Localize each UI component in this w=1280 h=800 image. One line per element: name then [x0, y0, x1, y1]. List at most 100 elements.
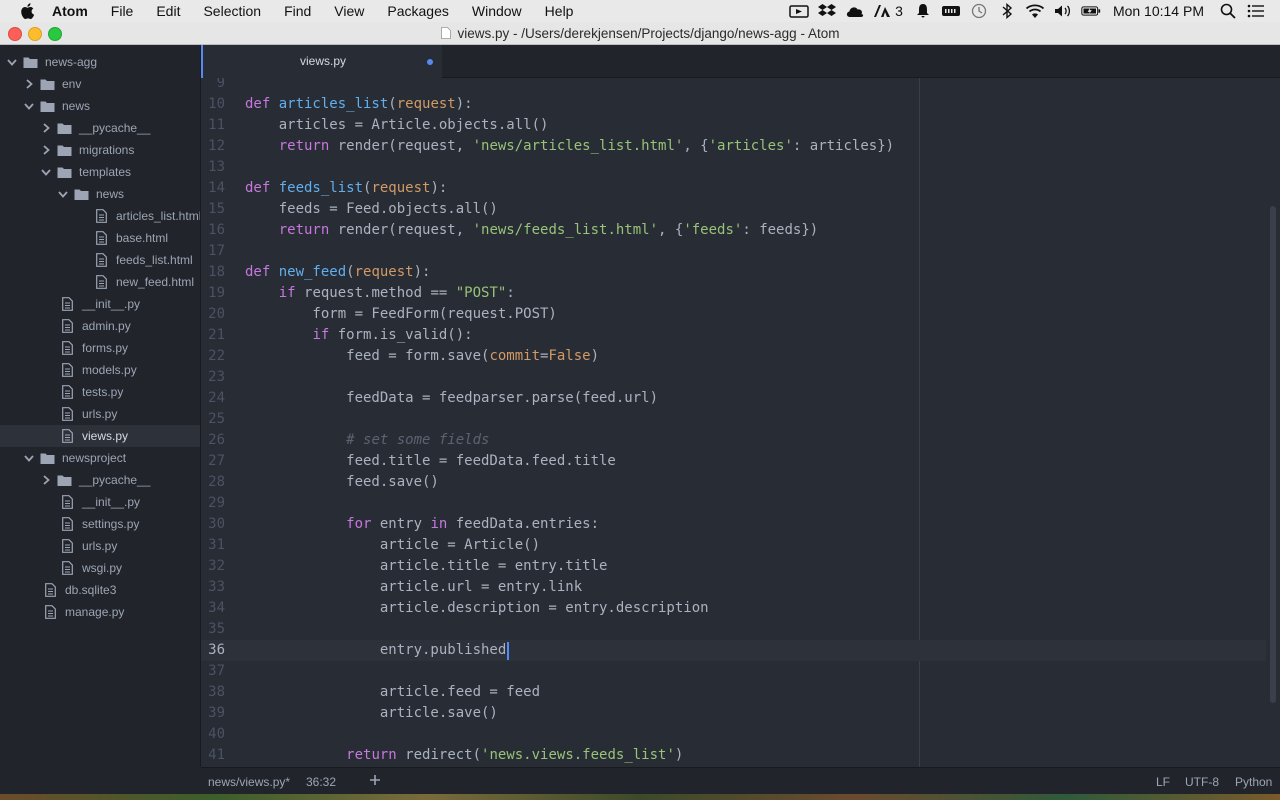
tree-file-item[interactable]: manage.py — [0, 601, 200, 623]
tree-file-item[interactable]: wsgi.py — [0, 557, 200, 579]
status-file-path[interactable]: news/views.py* — [208, 775, 290, 789]
tree-folder-item[interactable]: news — [0, 95, 200, 117]
notification-bell-icon[interactable] — [913, 3, 933, 19]
code-line[interactable]: 33 article.url = entry.link — [201, 577, 1266, 598]
code-editor[interactable]: 9 10 def articles_list(request): 11 article… — [201, 78, 1280, 767]
notification-center-icon[interactable] — [1246, 3, 1266, 19]
tree-folder-item[interactable]: newsproject — [0, 447, 200, 469]
keyboard-icon[interactable] — [941, 3, 961, 19]
tree-folder-item[interactable]: migrations — [0, 139, 200, 161]
menu-find[interactable]: Find — [284, 0, 311, 22]
add-icon[interactable] — [369, 774, 381, 786]
tree-file-item[interactable]: tests.py — [0, 381, 200, 403]
tree-folder-item[interactable]: env — [0, 73, 200, 95]
menu-app-name[interactable]: Atom — [52, 0, 88, 22]
tree-file-item[interactable]: new_feed.html — [0, 271, 200, 293]
code-line[interactable]: 10 def articles_list(request): — [201, 94, 1266, 115]
code-line[interactable]: 15 feeds = Feed.objects.all() — [201, 199, 1266, 220]
menu-packages[interactable]: Packages — [387, 0, 448, 22]
wifi-icon[interactable] — [1025, 3, 1045, 19]
code-line[interactable]: 30 for entry in feedData.entries: — [201, 514, 1266, 535]
document-proxy-icon[interactable] — [440, 27, 451, 39]
apple-icon[interactable] — [20, 3, 34, 19]
code-line[interactable]: 19 if request.method == "POST": — [201, 283, 1266, 304]
menu-window[interactable]: Window — [472, 0, 522, 22]
tree-folder-item[interactable]: news-agg — [0, 51, 200, 73]
battery-icon[interactable] — [1081, 3, 1101, 19]
tree-file-item[interactable]: db.sqlite3 — [0, 579, 200, 601]
code-line[interactable]: 28 feed.save() — [201, 472, 1266, 493]
screen-record-icon[interactable] — [789, 3, 809, 19]
tree-file-item[interactable]: views.py — [0, 425, 200, 447]
code-line[interactable]: 32 article.title = entry.title — [201, 556, 1266, 577]
menubar-clock[interactable]: Mon 10:14 PM — [1113, 3, 1204, 19]
menu-file[interactable]: File — [111, 0, 134, 22]
code-line[interactable]: 11 articles = Article.objects.all() — [201, 115, 1266, 136]
code-line[interactable]: 21 if form.is_valid(): — [201, 325, 1266, 346]
code-line[interactable]: 25 — [201, 409, 1266, 430]
code-line[interactable]: 40 — [201, 724, 1266, 745]
cloud-icon[interactable] — [845, 3, 865, 19]
code-line[interactable]: 31 article = Article() — [201, 535, 1266, 556]
code-line[interactable]: 27 feed.title = feedData.feed.title — [201, 451, 1266, 472]
tree-file-item[interactable]: forms.py — [0, 337, 200, 359]
code-line[interactable]: 35 — [201, 619, 1266, 640]
status-cursor-position[interactable]: 36:32 — [306, 775, 336, 789]
code-line[interactable]: 12 return render(request, 'news/articles… — [201, 136, 1266, 157]
tree-folder-item[interactable]: news — [0, 183, 200, 205]
code-line[interactable]: 38 article.feed = feed — [201, 682, 1266, 703]
code-line[interactable]: 18 def new_feed(request): — [201, 262, 1266, 283]
window-close-button[interactable] — [8, 27, 22, 41]
chevron-right-icon[interactable] — [24, 79, 34, 89]
status-grammar[interactable]: Python — [1235, 775, 1272, 789]
menu-selection[interactable]: Selection — [203, 0, 261, 22]
tree-folder-item[interactable]: templates — [0, 161, 200, 183]
tree-folder-item[interactable]: __pycache__ — [0, 469, 200, 491]
adobe-icon[interactable] — [873, 3, 893, 19]
tree-file-item[interactable]: articles_list.html — [0, 205, 200, 227]
code-line[interactable]: 26 # set some fields — [201, 430, 1266, 451]
status-line-ending[interactable]: LF — [1156, 775, 1170, 789]
code-line[interactable]: 34 article.description = entry.descripti… — [201, 598, 1266, 619]
tree-file-item[interactable]: __init__.py — [0, 293, 200, 315]
editor-scrollbar[interactable] — [1270, 206, 1276, 703]
tree-file-item[interactable]: urls.py — [0, 403, 200, 425]
tree-file-item[interactable]: base.html — [0, 227, 200, 249]
code-line[interactable]: 37 — [201, 661, 1266, 682]
chevron-down-icon[interactable] — [58, 189, 68, 199]
code-line[interactable]: 22 feed = form.save(commit=False) — [201, 346, 1266, 367]
code-line[interactable]: 29 — [201, 493, 1266, 514]
window-minimize-button[interactable] — [28, 27, 42, 41]
tree-file-item[interactable]: admin.py — [0, 315, 200, 337]
window-zoom-button[interactable] — [48, 27, 62, 41]
chevron-right-icon[interactable] — [41, 145, 51, 155]
code-line[interactable]: 14 def feeds_list(request): — [201, 178, 1266, 199]
chevron-down-icon[interactable] — [41, 167, 51, 177]
tree-file-item[interactable]: feeds_list.html — [0, 249, 200, 271]
code-line[interactable]: 24 feedData = feedparser.parse(feed.url) — [201, 388, 1266, 409]
code-line[interactable]: 13 — [201, 157, 1266, 178]
chevron-down-icon[interactable] — [24, 101, 34, 111]
dropbox-icon[interactable] — [817, 3, 837, 19]
modified-indicator-icon[interactable] — [427, 59, 433, 65]
bluetooth-icon[interactable] — [997, 3, 1017, 19]
menu-view[interactable]: View — [334, 0, 364, 22]
code-line[interactable]: 9 — [201, 78, 1266, 94]
tree-file-item[interactable]: settings.py — [0, 513, 200, 535]
code-line[interactable]: 36 entry.published — [201, 640, 1266, 661]
code-line[interactable]: 23 — [201, 367, 1266, 388]
chevron-down-icon[interactable] — [7, 57, 17, 67]
time-machine-icon[interactable] — [969, 3, 989, 19]
code-line[interactable]: 39 article.save() — [201, 703, 1266, 724]
code-line[interactable]: 17 — [201, 241, 1266, 262]
tree-folder-item[interactable]: __pycache__ — [0, 117, 200, 139]
code-line[interactable]: 16 return render(request, 'news/feeds_li… — [201, 220, 1266, 241]
volume-icon[interactable] — [1053, 3, 1073, 19]
menu-help[interactable]: Help — [545, 0, 574, 22]
chevron-right-icon[interactable] — [41, 123, 51, 133]
code-line[interactable]: 20 form = FeedForm(request.POST) — [201, 304, 1266, 325]
status-encoding[interactable]: UTF-8 — [1185, 775, 1219, 789]
chevron-right-icon[interactable] — [41, 475, 51, 485]
tab-views-py[interactable]: views.py — [201, 45, 442, 78]
tree-file-item[interactable]: models.py — [0, 359, 200, 381]
